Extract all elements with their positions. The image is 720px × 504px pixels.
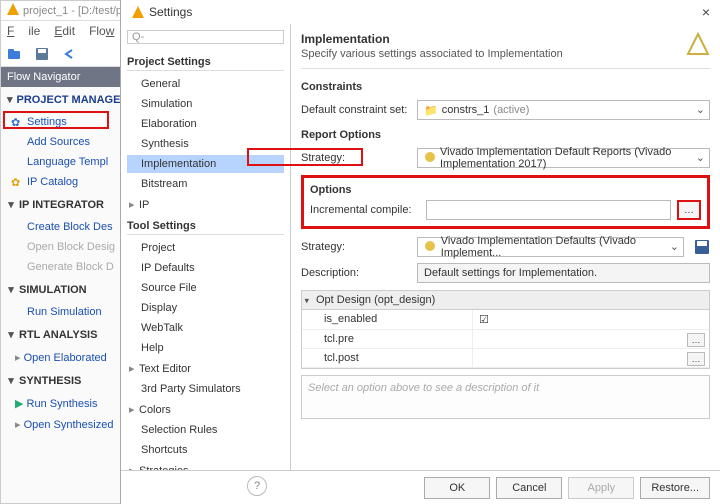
ts-help[interactable]: Help [127, 339, 284, 357]
help-button[interactable]: ? [247, 476, 267, 496]
menu-file[interactable]: File [7, 24, 40, 38]
settings-content: Implementation Specify various settings … [291, 24, 720, 470]
default-constraint-label: Default constraint set: [301, 104, 411, 116]
ts-display[interactable]: Display [127, 299, 284, 317]
settings-nav: Q- Project Settings General Simulation E… [121, 24, 291, 470]
description-field[interactable]: Default settings for Implementation. [417, 263, 710, 283]
ps-bitstream[interactable]: Bitstream [127, 175, 284, 193]
app-title: project_1 - [D:/test/p [23, 5, 122, 17]
dialog-title: Settings [149, 5, 192, 19]
save-strategy-icon[interactable] [694, 239, 710, 255]
dialog-button-bar: OK Cancel Apply Restore... [121, 470, 720, 504]
ps-general[interactable]: General [127, 75, 284, 93]
section-simulation[interactable]: ▾SIMULATION [1, 277, 120, 302]
options-label: Options [310, 184, 701, 196]
constraints-label: Constraints [301, 81, 710, 93]
strategy-icon [424, 240, 437, 254]
tool-settings-header: Tool Settings [127, 220, 284, 235]
ts-text-editor[interactable]: ▸Text Editor [127, 359, 284, 378]
section-rtl-analysis[interactable]: ▾RTL ANALYSIS [1, 322, 120, 347]
nav-run-synthesis[interactable]: ▶ Run Synthesis [1, 393, 120, 414]
prop-row-is-enabled[interactable]: is_enabled ☑ [302, 310, 709, 330]
undo-icon[interactable] [63, 47, 77, 61]
nav-language-templates[interactable]: Language Templ [1, 152, 120, 172]
incremental-compile-input[interactable] [426, 200, 671, 220]
vivado-logo [686, 32, 710, 56]
page-subtitle: Specify various settings associated to I… [301, 48, 563, 60]
settings-dialog: Settings × Q- Project Settings General S… [120, 0, 720, 504]
chevron-down-icon: ⌄ [696, 103, 705, 116]
flow-navigator-title: Flow Navigator [1, 67, 120, 87]
app-icon [7, 3, 19, 18]
strategy-icon [424, 151, 436, 165]
checkbox-checked-icon[interactable]: ☑ [479, 314, 489, 326]
menu-flow[interactable]: Flow [89, 24, 114, 38]
ts-colors[interactable]: ▸Colors [127, 400, 284, 419]
ts-3rd-party[interactable]: 3rd Party Simulators [127, 380, 284, 398]
browse-icon[interactable]: … [687, 333, 705, 347]
section-synthesis[interactable]: ▾SYNTHESIS [1, 368, 120, 393]
incremental-compile-browse-button[interactable]: … [677, 200, 701, 220]
nav-run-simulation[interactable]: Run Simulation [1, 302, 120, 322]
nav-ip-catalog[interactable]: ✿IP Catalog [1, 172, 120, 192]
ts-project[interactable]: Project [127, 239, 284, 257]
project-settings-header: Project Settings [127, 56, 284, 71]
ts-selection-rules[interactable]: Selection Rules [127, 421, 284, 439]
cancel-button[interactable]: Cancel [496, 477, 562, 499]
nav-open-block-design: Open Block Desig [1, 237, 120, 257]
ts-source-file[interactable]: Source File [127, 279, 284, 297]
incremental-compile-label: Incremental compile: [310, 204, 420, 216]
ps-implementation[interactable]: Implementation [127, 155, 284, 173]
ps-ip[interactable]: ▸IP [127, 195, 284, 214]
menu-edit[interactable]: Edit [54, 24, 75, 38]
save-icon[interactable] [35, 47, 49, 61]
flow-navigator: Flow Navigator ▾PROJECT MANAGER ✿Setting… [1, 67, 121, 503]
ok-button[interactable]: OK [424, 477, 490, 499]
constraint-set-dropdown[interactable]: 📁 constrs_1 (active) ⌄ [417, 100, 710, 120]
nav-settings[interactable]: ✿Settings [1, 112, 120, 132]
prop-row-tcl-post[interactable]: tcl.post … [302, 349, 709, 368]
report-strategy-dropdown[interactable]: Vivado Implementation Default Reports (V… [417, 148, 710, 168]
dialog-titlebar: Settings × [121, 0, 720, 24]
chevron-down-icon: ⌄ [696, 151, 705, 164]
option-description-box: Select an option above to see a descript… [301, 375, 710, 419]
restore-button[interactable]: Restore... [640, 477, 710, 499]
ts-ip-defaults[interactable]: IP Defaults [127, 259, 284, 277]
nav-open-elaborated[interactable]: ▸ Open Elaborated [1, 347, 120, 368]
nav-generate-block-design: Generate Block D [1, 257, 120, 277]
ts-shortcuts[interactable]: Shortcuts [127, 441, 284, 459]
ps-simulation[interactable]: Simulation [127, 95, 284, 113]
options-highlight-box: Options Incremental compile: … [301, 175, 710, 229]
folder-icon: 📁 [424, 104, 438, 117]
description-label: Description: [301, 267, 411, 279]
opt-design-group[interactable]: Opt Design (opt_design) [302, 291, 709, 310]
page-title: Implementation [301, 32, 563, 46]
ps-synthesis[interactable]: Synthesis [127, 135, 284, 153]
report-options-label: Report Options [301, 129, 710, 141]
search-input[interactable]: Q- [127, 30, 284, 44]
prop-row-tcl-pre[interactable]: tcl.pre … [302, 330, 709, 349]
ps-elaboration[interactable]: Elaboration [127, 115, 284, 133]
report-strategy-label: Strategy: [301, 152, 411, 164]
nav-add-sources[interactable]: Add Sources [1, 132, 120, 152]
chevron-down-icon: ⌄ [670, 240, 679, 253]
strategy-dropdown[interactable]: Vivado Implementation Defaults (Vivado I… [417, 237, 684, 257]
apply-button: Apply [568, 477, 634, 499]
open-icon[interactable] [7, 47, 21, 61]
section-project-manager[interactable]: ▾PROJECT MANAGER [1, 87, 120, 112]
dialog-icon [131, 5, 145, 19]
section-ip-integrator[interactable]: ▾IP INTEGRATOR [1, 192, 120, 217]
nav-create-block-design[interactable]: Create Block Des [1, 217, 120, 237]
close-icon[interactable]: × [702, 4, 710, 20]
browse-icon[interactable]: … [687, 352, 705, 366]
strategy-label: Strategy: [301, 241, 411, 253]
ts-strategies[interactable]: ▸Strategies [127, 461, 284, 470]
ts-webtalk[interactable]: WebTalk [127, 319, 284, 337]
nav-open-synthesized[interactable]: ▸ Open Synthesized [1, 414, 120, 435]
property-grid: Opt Design (opt_design) is_enabled ☑ tcl… [301, 290, 710, 369]
